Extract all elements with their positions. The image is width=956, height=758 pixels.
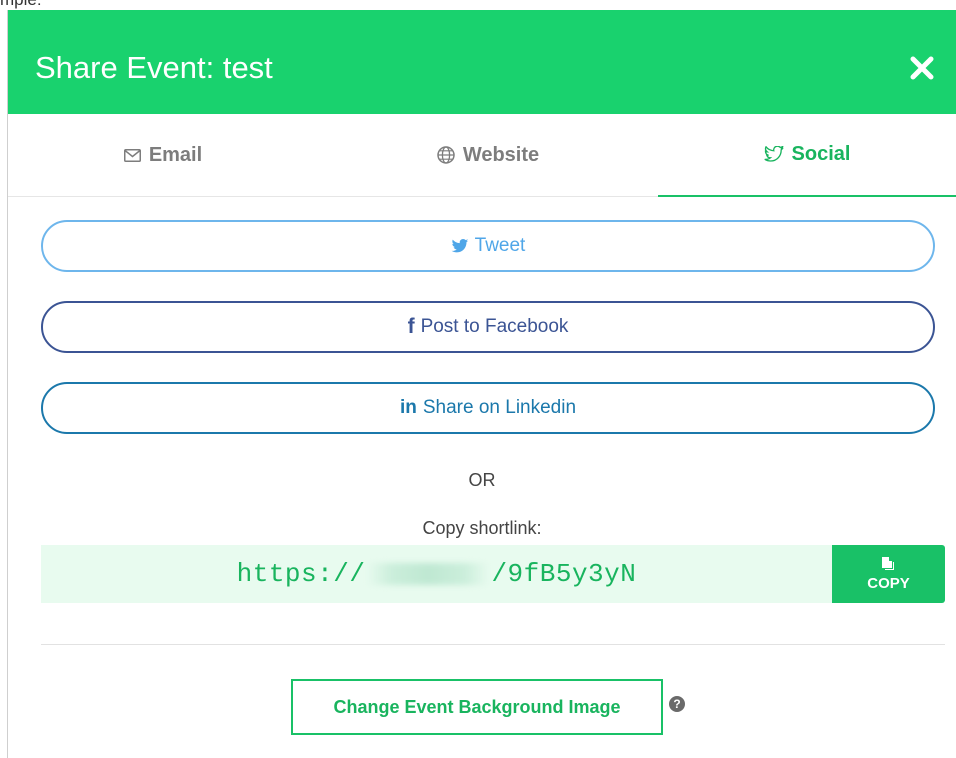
page-behind-text: mple: xyxy=(0,0,42,10)
copy-button[interactable]: COPY xyxy=(832,545,945,603)
tab-email[interactable]: Email xyxy=(8,114,318,196)
redacted-domain xyxy=(367,563,490,585)
tab-social[interactable]: Social xyxy=(658,114,956,197)
linkedin-icon: in xyxy=(399,397,417,418)
tweet-label: Tweet xyxy=(474,235,526,256)
or-separator: OR xyxy=(468,470,496,490)
share-tabs: Email Website Social xyxy=(8,114,956,197)
shortlink-prefix: https:// xyxy=(236,559,366,589)
copy-label: COPY xyxy=(867,574,910,592)
close-button[interactable] xyxy=(902,48,942,88)
twitter-bird-icon xyxy=(451,238,469,254)
divider xyxy=(41,644,945,645)
share-event-modal: Share Event: test Email Website Social T… xyxy=(8,10,956,758)
facebook-button[interactable]: f Post to Facebook xyxy=(41,301,935,353)
tab-website-label: Website xyxy=(462,143,540,166)
facebook-icon: f xyxy=(407,315,415,338)
modal-header: Share Event: test xyxy=(8,10,956,114)
globe-icon xyxy=(437,146,455,164)
twitter-icon xyxy=(763,146,784,163)
modal-title: Share Event: test xyxy=(35,50,273,85)
envelope-icon xyxy=(123,148,141,162)
facebook-label: Post to Facebook xyxy=(420,316,569,337)
copy-icon xyxy=(882,556,894,570)
linkedin-label: Share on Linkedin xyxy=(422,397,577,418)
tab-social-label: Social xyxy=(791,143,851,165)
tweet-button[interactable]: Tweet xyxy=(41,220,935,272)
shortlink-suffix: /9fB5y3yN xyxy=(491,559,637,589)
change-background-button[interactable]: Change Event Background Image xyxy=(291,679,663,735)
page-behind-strip: mple: xyxy=(0,0,956,10)
shortlink-label: Copy shortlink: xyxy=(422,518,542,538)
tab-website[interactable]: Website xyxy=(318,114,658,196)
help-icon[interactable]: ? xyxy=(669,696,685,712)
close-icon xyxy=(910,56,934,80)
tab-email-label: Email xyxy=(148,143,203,166)
shortlink-field[interactable]: https:// /9fB5y3yN xyxy=(41,545,832,603)
linkedin-button[interactable]: in Share on Linkedin xyxy=(41,382,935,434)
